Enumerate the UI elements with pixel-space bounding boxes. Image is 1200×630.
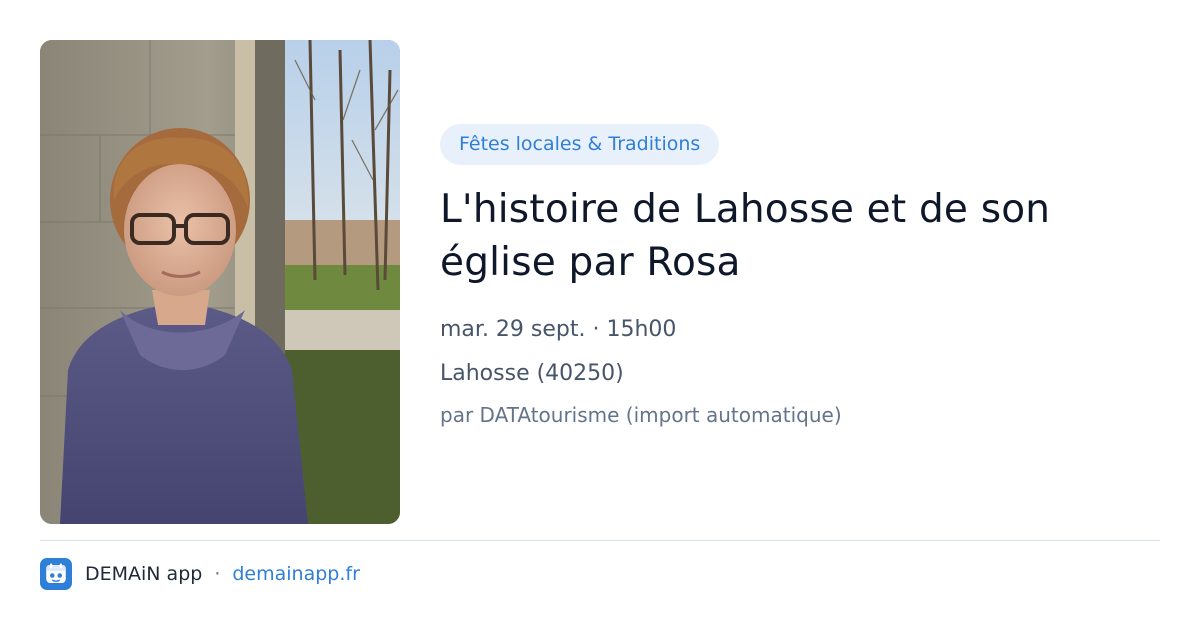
event-preview-card[interactable]: Fêtes locales & Traditions L'histoire de… <box>0 0 1200 630</box>
event-location: Lahosse (40250) <box>440 361 624 386</box>
event-title[interactable]: L'histoire de Lahosse et de son église p… <box>440 183 1160 289</box>
event-details: Fêtes locales & Traditions L'histoire de… <box>440 124 1160 429</box>
demain-app-icon <box>40 558 72 590</box>
separator-dot: · <box>214 563 221 585</box>
footer-divider <box>40 540 1160 541</box>
event-datetime: mar. 29 sept. · 15h00 <box>440 317 677 342</box>
app-name: DEMAiN app <box>85 563 203 585</box>
event-photo <box>40 40 400 524</box>
event-photo-illustration <box>40 40 400 524</box>
event-source: par DATAtourisme (import automatique) <box>440 403 842 427</box>
category-tag[interactable]: Fêtes locales & Traditions <box>440 124 720 165</box>
domain-link[interactable]: demainapp.fr <box>232 563 360 585</box>
footer-brand[interactable]: DEMAiN app · demainapp.fr <box>40 558 360 590</box>
